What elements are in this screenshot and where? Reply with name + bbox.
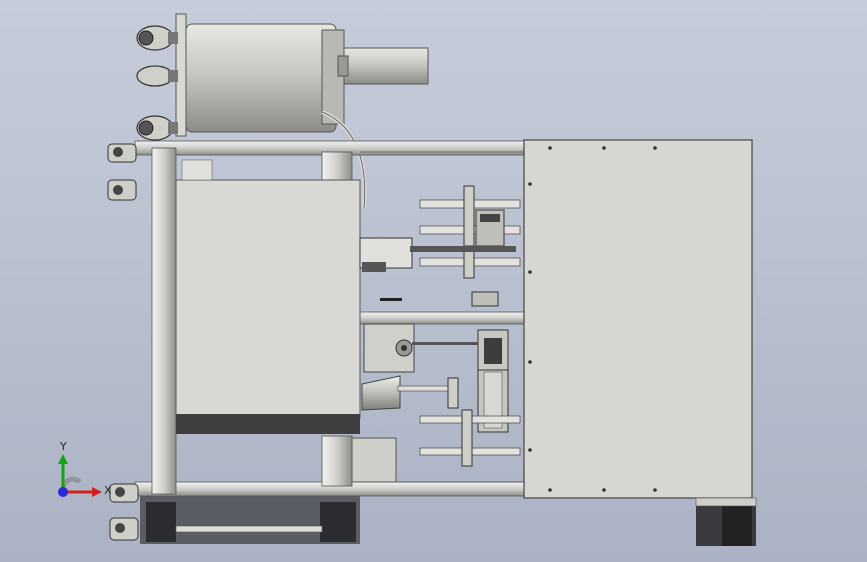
coordinate-triad: Y X bbox=[46, 440, 116, 510]
frame-inner-post-lower bbox=[321, 435, 353, 487]
actuator-flange-2 bbox=[463, 247, 475, 279]
right-cover-panel bbox=[523, 139, 757, 546]
axis-arrows-icon bbox=[58, 454, 102, 497]
lower-flange-2 bbox=[461, 409, 473, 467]
top-motor-assembly bbox=[136, 13, 429, 209]
cad-assembly-view bbox=[107, 13, 757, 546]
frame-middle-rail bbox=[355, 311, 525, 325]
lower-flange-1 bbox=[447, 377, 459, 409]
motor-shaft-housing bbox=[343, 47, 429, 85]
motor-body bbox=[185, 23, 337, 133]
frame-inner-post bbox=[321, 151, 353, 183]
motor-end-cap bbox=[321, 29, 345, 125]
housing-body bbox=[175, 179, 361, 419]
x-axis-label: X bbox=[104, 484, 112, 497]
actuator-flange-1 bbox=[463, 185, 475, 247]
y-axis-label: Y bbox=[60, 440, 67, 453]
caster-left-top bbox=[107, 143, 137, 201]
caster-top-2 bbox=[136, 65, 178, 87]
cover-panel bbox=[523, 139, 753, 499]
caster-top-3 bbox=[136, 115, 178, 141]
housing-top-lip bbox=[181, 159, 213, 181]
motor-shaft-neck bbox=[337, 55, 349, 77]
housing-dark-band bbox=[176, 414, 360, 434]
lower-block bbox=[351, 437, 397, 483]
upper-actuator-cluster bbox=[359, 185, 521, 307]
frame-left-post bbox=[151, 147, 177, 495]
cone-nozzle bbox=[361, 375, 401, 411]
caster-top-1 bbox=[136, 25, 178, 51]
